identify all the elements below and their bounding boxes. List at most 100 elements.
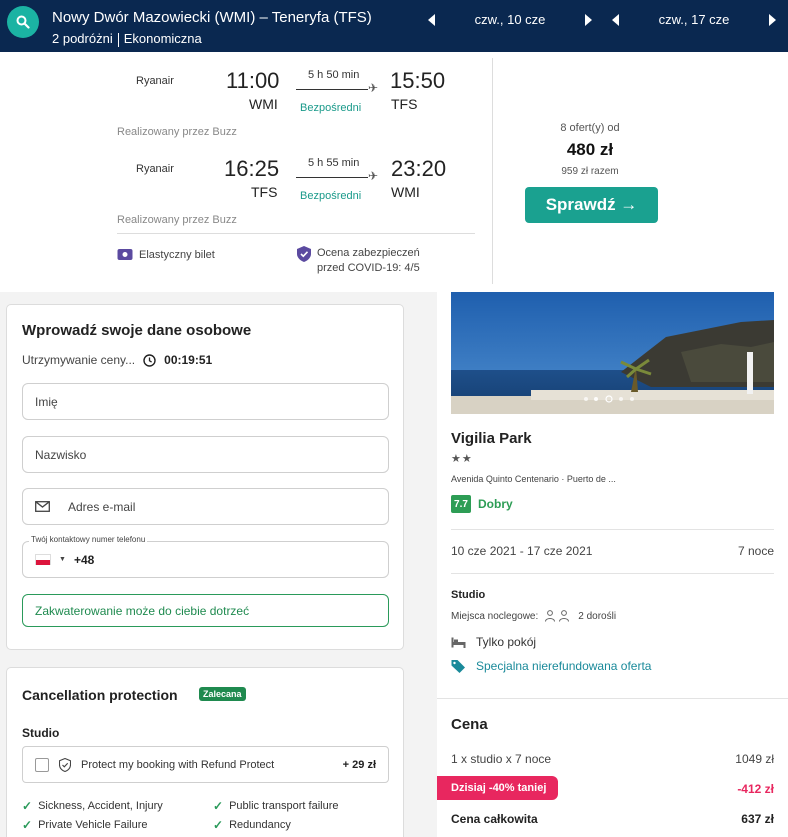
covid-rating-feature[interactable]: Ocena zabezpieczeń przed COVID-19: 4/5	[297, 246, 420, 276]
price-breakdown-value: 1049 zł	[735, 752, 774, 766]
discount-value: -412 zł	[737, 782, 774, 796]
first-name-input[interactable]: Imię	[22, 383, 389, 420]
search-icon	[16, 15, 30, 29]
prev-depart-date-button[interactable]	[428, 13, 435, 26]
refund-protect-price: + 29 zł	[342, 758, 376, 771]
divider	[451, 529, 774, 530]
inbound-airline: Ryanair	[136, 163, 174, 175]
shield-check-icon	[59, 757, 71, 772]
inbound-departure-time: 16:25	[224, 156, 280, 181]
inbound-arrival-time: 23:20	[391, 156, 447, 181]
covid-rating-line2: przed COVID-19: 4/5	[317, 262, 420, 274]
cancellation-title: Cancellation protection	[22, 687, 178, 703]
price-hold: Utrzymywanie ceny... 00:19:51	[22, 353, 212, 367]
hotel-score-label: Dobry	[478, 497, 513, 511]
outbound-airline: Ryanair	[136, 75, 174, 87]
email-placeholder: Adres e-mail	[68, 499, 136, 514]
refund-protect-checkbox[interactable]	[35, 757, 49, 772]
hotel-address: Avenida Quinto Centenario · Puerto de ..…	[451, 474, 616, 484]
outbound-arrival-code: TFS	[391, 96, 418, 112]
price-breakdown-label: 1 x studio x 7 noce	[451, 752, 552, 766]
room-guests: Miejsca noclegowe: 2 dorośli	[451, 610, 616, 622]
refund-protect-label: Protect my booking with Refund Protect	[81, 758, 275, 771]
offers-count: 8 ofert(y) od	[560, 122, 620, 134]
divider	[451, 573, 774, 574]
outbound-departure-time: 11:00	[226, 68, 280, 93]
last-name-input[interactable]: Nazwisko	[22, 436, 389, 473]
flight-price: 480 zł	[566, 140, 614, 159]
route-title[interactable]: Nowy Dwór Mazowiecki (WMI) – Teneryfa (T…	[52, 9, 372, 26]
inbound-arrival-code: WMI	[391, 184, 420, 200]
outbound-stops: Bezpośredni	[300, 102, 362, 114]
return-date[interactable]: czw., 17 cze	[619, 12, 769, 27]
person-icon	[545, 610, 570, 622]
phone-label: Twój kontaktowy numer telefonu	[29, 535, 148, 544]
check-icon: ✓	[22, 799, 33, 813]
total-price-label: Cena całkowita	[451, 812, 538, 826]
hotel-score-badge: 7.7	[451, 495, 471, 513]
next-depart-date-button[interactable]	[585, 13, 592, 26]
check-icon: ✓	[213, 818, 224, 832]
flexible-ticket-feature[interactable]: Elastyczny bilet	[117, 248, 215, 261]
benefit-label: Private Vehicle Failure	[38, 819, 148, 831]
poland-flag-icon[interactable]	[35, 554, 51, 565]
travellers-count: 2 podróżni	[52, 31, 113, 46]
next-return-date-button[interactable]	[769, 13, 776, 26]
covid-rating-line1: Ocena zabezpieczeń	[317, 247, 420, 259]
price-hold-timer: 00:19:51	[164, 353, 213, 367]
envelope-icon	[35, 501, 50, 512]
inbound-departure-code: TFS	[251, 184, 278, 200]
personal-details-card: Wprowadź swoje dane osobowe Utrzymywanie…	[6, 304, 404, 650]
plane-icon: ✈	[368, 169, 379, 183]
special-offer-feature[interactable]: Specjalna nierefundowana oferta	[451, 659, 651, 673]
benefit-item: ✓ Public transport failure	[213, 799, 339, 813]
room-type: Studio	[451, 589, 486, 601]
tag-icon	[451, 660, 465, 673]
benefit-item: ✓ Private Vehicle Failure	[22, 818, 148, 832]
benefit-item: ✓ Sickness, Accident, Injury	[22, 799, 163, 813]
beds-label: Miejsca noclegowe:	[451, 610, 539, 622]
vertical-divider	[492, 58, 493, 284]
check-deal-button[interactable]: Sprawdź →	[525, 187, 658, 223]
flexible-ticket-label: Elastyczny bilet	[139, 248, 215, 261]
flight-total-price: 959 zł razem	[561, 166, 619, 177]
accommodation-notice: Zakwaterowanie może do ciebie dotrzeć	[22, 594, 389, 627]
room-only-feature: Tylko pokój	[451, 635, 536, 649]
benefit-label: Public transport failure	[229, 800, 339, 812]
ticket-icon	[117, 249, 133, 260]
benefit-label: Sickness, Accident, Injury	[38, 800, 163, 812]
outbound-duration: 5 h 50 min	[308, 69, 360, 81]
recommended-badge: Zalecana	[199, 687, 246, 701]
benefit-item: ✓ Redundancy	[213, 818, 291, 832]
hotel-name[interactable]: Vigilia Park	[451, 430, 532, 447]
bed-icon	[451, 637, 466, 648]
check-icon: ✓	[22, 818, 33, 832]
trip-summary[interactable]: 2 podróżni Ekonomiczna	[52, 31, 202, 47]
email-input[interactable]: Adres e-mail	[22, 488, 389, 525]
flight-result-card[interactable]: Ryanair 11:00 WMI 5 h 50 min ✈ Bezpośred…	[0, 52, 788, 292]
cancellation-room-type: Studio	[22, 726, 60, 740]
prev-return-date-button[interactable]	[612, 13, 619, 26]
discount-badge: Dzisiaj -40% taniej	[437, 776, 558, 800]
outbound-operated-by: Realizowany przez Buzz	[117, 126, 237, 138]
hotel-summary-panel: Vigilia Park ★★ Avenida Quinto Centenari…	[437, 292, 788, 837]
guests-count: 2 dorośli	[578, 610, 617, 622]
cancellation-protection-card: Cancellation protection Zalecana Studio …	[6, 667, 404, 837]
personal-details-title: Wprowadź swoje dane osobowe	[22, 322, 252, 339]
divider	[117, 233, 475, 234]
outbound-route-line	[296, 89, 368, 90]
depart-date-nav: czw., 10 cze	[428, 12, 592, 27]
price-hold-label: Utrzymywanie ceny...	[22, 353, 136, 367]
outbound-departure-code: WMI	[249, 96, 278, 112]
booking-area: Wprowadź swoje dane osobowe Utrzymywanie…	[0, 292, 788, 837]
depart-date[interactable]: czw., 10 cze	[435, 12, 585, 27]
inbound-route-line	[296, 177, 368, 178]
refund-protect-option[interactable]: Protect my booking with Refund Protect +…	[22, 746, 389, 783]
hotel-photo[interactable]	[451, 292, 774, 414]
search-button[interactable]	[7, 6, 39, 38]
phone-input[interactable]: ▼ +48	[22, 541, 389, 578]
inbound-operated-by: Realizowany przez Buzz	[117, 214, 237, 226]
plane-icon: ✈	[368, 81, 379, 95]
chevron-down-icon[interactable]: ▼	[59, 556, 66, 563]
total-price-value: 637 zł	[741, 812, 774, 826]
